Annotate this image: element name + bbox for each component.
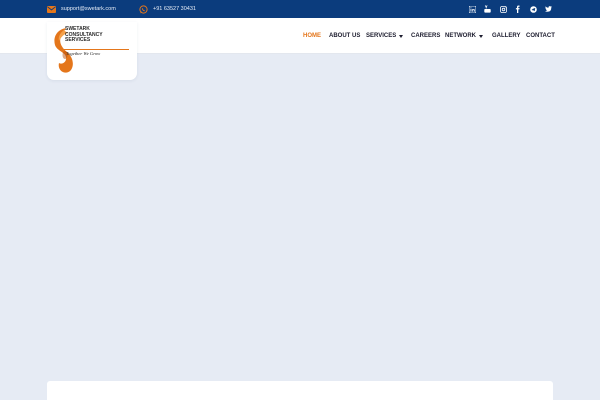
- telegram-link[interactable]: [528, 4, 538, 14]
- youtube-icon: [483, 5, 491, 13]
- phone-text: +91 63527 30431: [153, 6, 196, 12]
- linkedin-icon: [468, 5, 476, 13]
- nav-home[interactable]: HOME: [303, 18, 321, 54]
- logo[interactable]: SWETARK CONSULTANCY SERVICES Together We…: [47, 22, 137, 80]
- instagram-icon: [499, 5, 507, 13]
- youtube-link[interactable]: [482, 4, 492, 14]
- email-text: support@swetark.com: [61, 6, 116, 12]
- twitter-icon: [544, 6, 552, 12]
- logo-tagline: Together We Grow: [66, 51, 101, 56]
- nav-careers[interactable]: CAREERS: [411, 18, 440, 54]
- nav-services-label: SERVICES: [366, 33, 397, 39]
- logo-divider: [64, 49, 129, 50]
- nav-careers-label: CAREERS: [411, 33, 441, 39]
- logo-line-3: SERVICES: [65, 37, 91, 44]
- envelope-icon: [47, 5, 56, 13]
- nav-services[interactable]: SERVICES: [366, 18, 404, 54]
- chevron-down-icon: [399, 34, 404, 38]
- instagram-link[interactable]: [498, 4, 508, 14]
- top-bar: support@swetark.com +91 63527 30431: [0, 0, 600, 18]
- whatsapp-icon: [139, 4, 148, 14]
- chevron-down-icon: [479, 34, 483, 38]
- nav-home-label: HOME: [303, 33, 321, 39]
- logo-text: SWETARK CONSULTANCY SERVICES: [65, 26, 133, 44]
- facebook-link[interactable]: [512, 4, 522, 14]
- nav-network-label: NETWORK: [445, 33, 476, 39]
- nav-contact[interactable]: CONTACT: [526, 18, 555, 54]
- linkedin-link[interactable]: [467, 4, 477, 14]
- phone-link[interactable]: +91 63527 30431: [139, 3, 196, 15]
- nav-contact-label: CONTACT: [526, 33, 555, 39]
- email-link[interactable]: support@swetark.com: [47, 3, 116, 15]
- nav-about-us-label: ABOUT US: [329, 33, 361, 39]
- facebook-icon: [515, 5, 520, 13]
- nav-network[interactable]: NETWORK: [445, 18, 483, 54]
- nav-about-us[interactable]: ABOUT US: [329, 18, 360, 54]
- nav-gallery-label: GALLERY: [492, 33, 521, 39]
- telegram-icon: [529, 5, 537, 13]
- content-card: [47, 381, 553, 400]
- twitter-link[interactable]: [543, 4, 553, 14]
- nav-gallery[interactable]: GALLERY: [492, 18, 520, 54]
